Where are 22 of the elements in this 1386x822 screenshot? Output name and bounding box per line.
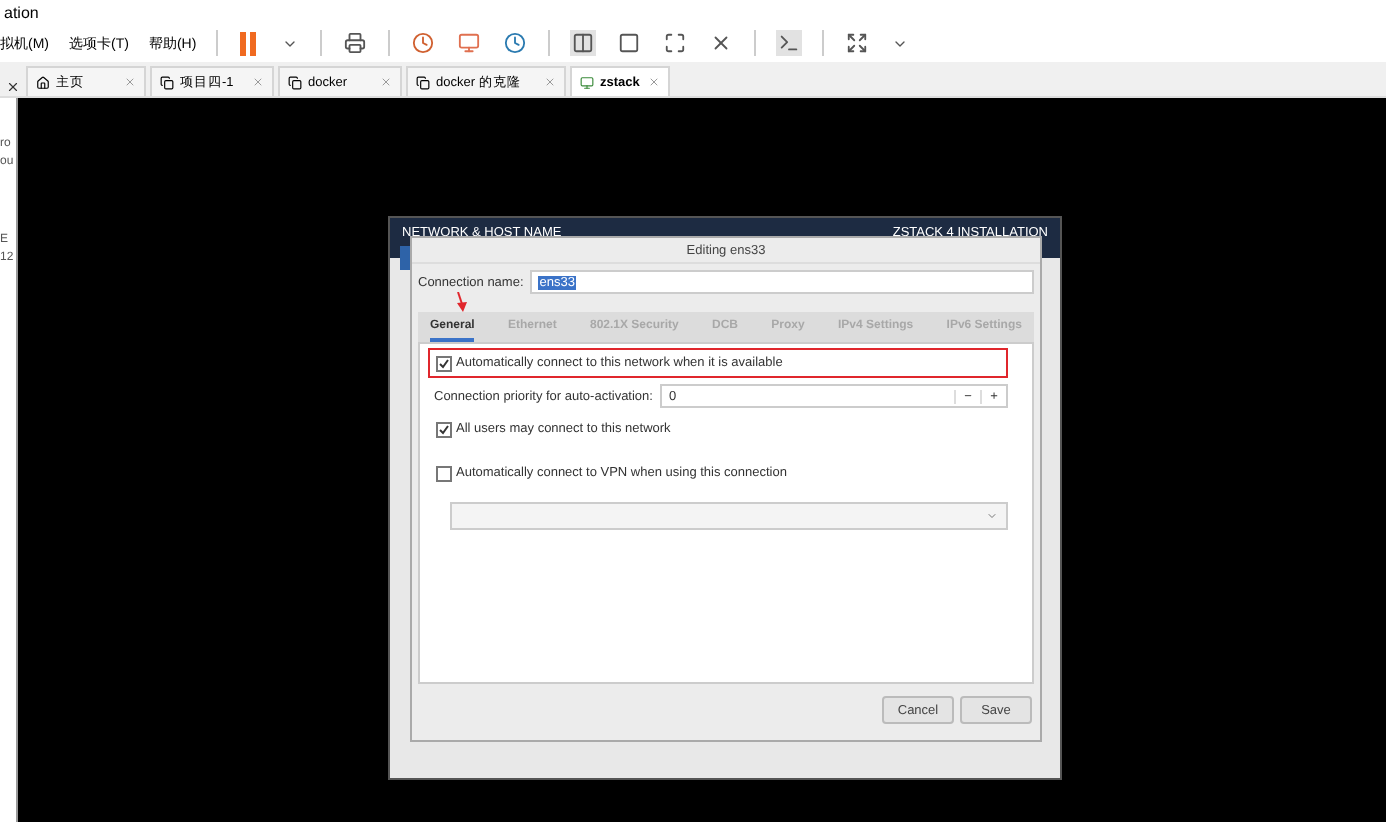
fullscreen-icon[interactable] bbox=[662, 30, 689, 56]
sidebar-icon[interactable] bbox=[570, 30, 597, 56]
checkbox[interactable] bbox=[436, 355, 452, 371]
close-icon[interactable] bbox=[4, 78, 22, 96]
pause-icon[interactable] bbox=[238, 29, 261, 57]
annotation-arrow bbox=[454, 292, 470, 312]
panel-icon[interactable] bbox=[616, 30, 643, 56]
clock-icon[interactable] bbox=[502, 30, 529, 56]
vm-icon bbox=[288, 75, 302, 89]
home-icon bbox=[36, 75, 50, 89]
window-title: ation bbox=[4, 3, 39, 21]
printer-icon[interactable] bbox=[342, 30, 369, 56]
terminal-icon[interactable] bbox=[776, 30, 803, 56]
expand-icon[interactable] bbox=[844, 30, 871, 56]
caret-icon bbox=[986, 510, 998, 522]
monitor-icon[interactable] bbox=[456, 30, 483, 56]
vm-icon bbox=[416, 75, 430, 89]
vm-icon bbox=[580, 75, 594, 89]
vm-icon bbox=[160, 75, 174, 89]
checkbox[interactable] bbox=[436, 421, 452, 437]
checkbox[interactable] bbox=[436, 465, 452, 481]
clock-icon[interactable] bbox=[410, 30, 437, 56]
